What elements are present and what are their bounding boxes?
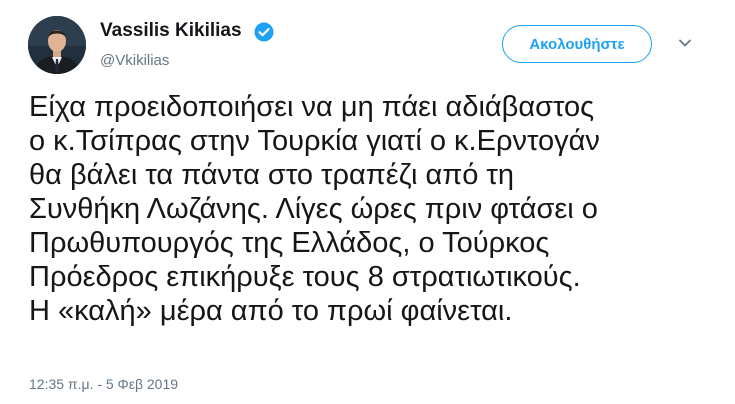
author-name[interactable]: Vassilis Kikilias — [100, 20, 242, 42]
tweet-text-line: Είχα προειδοποιήσει να μη πάει αδιάβαστο… — [29, 91, 595, 123]
tweet-timestamp[interactable]: 12:35 π.μ. - 5 Φεβ 2019 — [29, 376, 178, 392]
author-handle[interactable]: @Vkikilias — [100, 52, 169, 69]
tweet-card: Vassilis Kikilias @Vkikilias Ακολουθήστε… — [0, 0, 735, 404]
chevron-down-icon[interactable] — [678, 38, 692, 48]
avatar[interactable] — [28, 16, 86, 74]
profile-photo-icon — [28, 16, 86, 74]
tweet-text-line: Πρόεδρος επικήρυξε τους 8 στρατιωτικούς. — [29, 261, 581, 293]
tweet-text-line: Πρωθυπουργός της Ελλάδος, ο Τούρκος — [29, 227, 550, 259]
follow-button[interactable]: Ακολουθήστε — [502, 25, 652, 63]
tweet-text-line: Συνθήκη Λωζάνης. Λίγες ώρες πριν φτάσει … — [29, 193, 598, 225]
verified-badge-icon — [254, 22, 274, 42]
tweet-text-line: θα βάλει τα πάντα στο τραπέζι από τη — [29, 159, 515, 191]
tweet-text-line: ο κ.Τσίπρας στην Τουρκία γιατί ο κ.Ερντο… — [29, 125, 600, 157]
tweet-text-line: Η «καλή» μέρα από το πρωί φαίνεται. — [29, 295, 513, 327]
tweet-text: Είχα προειδοποιήσει να μη πάει αδιάβαστο… — [29, 90, 729, 328]
